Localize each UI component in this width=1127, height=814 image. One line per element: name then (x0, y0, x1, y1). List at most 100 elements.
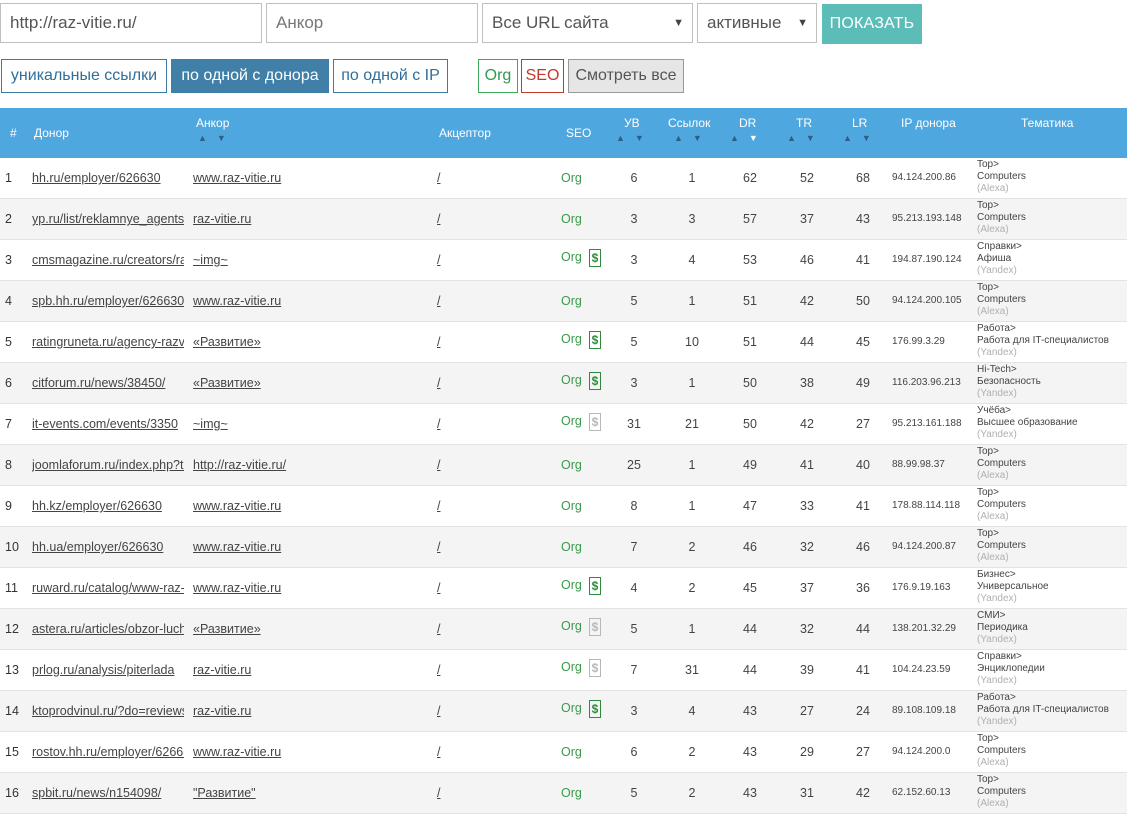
dollar-icon[interactable]: $ (589, 331, 601, 349)
acceptor-link[interactable]: / (437, 281, 457, 321)
show-button[interactable]: ПОКАЗАТЬ (822, 4, 922, 44)
theme-category: Computers (977, 786, 1026, 797)
donor-link[interactable]: ratingruneta.ru/agency-razvitie (32, 322, 184, 362)
donor-link[interactable]: citforum.ru/news/38450/ (32, 363, 184, 403)
unique-links-button[interactable]: уникальные ссылки (1, 59, 167, 93)
donor-link[interactable]: rostov.hh.ru/employer/626630 (32, 732, 184, 772)
donor-link[interactable]: ruward.ru/catalog/www-raz-vitie (32, 568, 184, 608)
anchor-link[interactable]: raz-vitie.ru (193, 199, 393, 239)
anchor-link[interactable]: raz-vitie.ru (193, 691, 393, 731)
anchor-link[interactable]: www.raz-vitie.ru (193, 527, 393, 567)
sort-arrows-icon[interactable]: ▲▼ (787, 133, 825, 143)
per-donor-button[interactable]: по одной с донора (171, 59, 329, 93)
donor-link[interactable]: ktoprodvinul.ru/?do=reviews (32, 691, 184, 731)
sort-arrows-icon[interactable]: ▲▼ (674, 133, 712, 143)
acceptor-link[interactable]: / (437, 404, 457, 444)
donor-link[interactable]: hh.ua/employer/626630 (32, 527, 184, 567)
sort-arrows-icon[interactable]: ▲▼ (616, 133, 654, 143)
seo-type-label: Org (561, 499, 582, 513)
anchor-link[interactable]: raz-vitie.ru (193, 650, 393, 690)
anchor-link[interactable]: www.raz-vitie.ru (193, 732, 393, 772)
sort-arrows-icon[interactable]: ▲▼ (730, 133, 768, 143)
uv-value: 3 (630, 212, 638, 226)
donor-link[interactable]: it-events.com/events/3350 (32, 404, 184, 444)
theme-source: (Yandex) (977, 716, 1017, 727)
dollar-icon[interactable]: $ (589, 577, 601, 595)
dollar-icon[interactable]: $ (589, 372, 601, 390)
donor-ip: 88.99.98.37 (892, 459, 945, 470)
site-url-input[interactable]: http://raz-vitie.ru/ (0, 3, 262, 43)
donor-link[interactable]: spb.hh.ru/employer/626630 (32, 281, 184, 321)
acceptor-link[interactable]: / (437, 773, 457, 813)
dollar-icon[interactable]: $ (589, 659, 601, 677)
acceptor-link[interactable]: / (437, 445, 457, 485)
theme-cell: Справки> Энциклопедии (Yandex) (977, 651, 1125, 687)
sort-arrows-icon[interactable]: ▲▼ (843, 133, 881, 143)
acceptor-link[interactable]: / (437, 732, 457, 772)
theme-category: Учёба> (977, 405, 1012, 416)
acceptor-link[interactable]: / (437, 158, 457, 198)
acceptor-link[interactable]: / (437, 650, 457, 690)
anchor-link[interactable]: ~img~ (193, 404, 393, 444)
url-scope-select[interactable]: Все URL сайта ▼ (482, 3, 693, 43)
acceptor-link[interactable]: / (437, 609, 457, 649)
table-row: 10 hh.ua/employer/626630 www.raz-vitie.ru /… (0, 527, 1127, 568)
donor-link[interactable]: cmsmagazine.ru/creators/raz-vitie (32, 240, 184, 280)
donor-link[interactable]: astera.ru/articles/obzor-luchshih (32, 609, 184, 649)
status-select[interactable]: активные ▼ (697, 3, 817, 43)
anchor-link[interactable]: www.raz-vitie.ru (193, 281, 393, 321)
uv-value: 6 (630, 171, 638, 185)
seo-type-label: Org (561, 540, 582, 554)
view-all-button[interactable]: Смотреть все (568, 59, 684, 93)
anchor-link[interactable]: www.raz-vitie.ru (193, 568, 393, 608)
donor-link[interactable]: prlog.ru/analysis/piterlada (32, 650, 184, 690)
acceptor-link[interactable]: / (437, 486, 457, 526)
anchor-link[interactable]: www.raz-vitie.ru (193, 158, 393, 198)
acceptor-link[interactable]: / (437, 527, 457, 567)
col-links[interactable]: Ссылок ▲▼ (668, 108, 718, 158)
acceptor-link[interactable]: / (437, 568, 457, 608)
col-uv[interactable]: УВ ▲▼ (616, 108, 652, 158)
donor-link[interactable]: joomlaforum.ru/index.php?topic (32, 445, 184, 485)
anchor-link[interactable]: ~img~ (193, 240, 393, 280)
anchor-link[interactable]: «Развитие» (193, 609, 393, 649)
anchor-link[interactable]: «Развитие» (193, 322, 393, 362)
col-dr[interactable]: DR ▲▼ (730, 108, 770, 158)
anchor-link[interactable]: «Развитие» (193, 363, 393, 403)
acceptor-link[interactable]: / (437, 240, 457, 280)
lr-value: 45 (856, 335, 870, 349)
donor-link[interactable]: hh.ru/employer/626630 (32, 158, 184, 198)
dollar-icon[interactable]: $ (589, 413, 601, 431)
acceptor-link[interactable]: / (437, 322, 457, 362)
donor-link[interactable]: yp.ru/list/reklamnye_agentstva (32, 199, 184, 239)
dr-value: 62 (743, 171, 757, 185)
seo-type-label: Org (561, 171, 582, 185)
dollar-icon[interactable]: $ (589, 618, 601, 636)
org-filter-button[interactable]: Org (478, 59, 518, 93)
anchor-link[interactable]: www.raz-vitie.ru (193, 486, 393, 526)
theme-cell: Справки> Афиша (Yandex) (977, 241, 1125, 277)
anchor-input[interactable]: Анкор (266, 3, 478, 43)
col-tr[interactable]: TR ▲▼ (787, 108, 827, 158)
dollar-icon[interactable]: $ (589, 249, 601, 267)
row-number: 10 (5, 540, 19, 554)
theme-category: Работа> (977, 323, 1016, 334)
seo-filter-button[interactable]: SEO (521, 59, 564, 93)
theme-category: Computers (977, 540, 1026, 551)
uv-value: 5 (630, 335, 638, 349)
col-lr[interactable]: LR ▲▼ (843, 108, 883, 158)
dollar-icon[interactable]: $ (589, 700, 601, 718)
anchor-link[interactable]: http://raz-vitie.ru/ (193, 445, 393, 485)
links-count: 2 (688, 786, 696, 800)
per-ip-button[interactable]: по одной с IP (333, 59, 448, 93)
sort-arrows-icon[interactable]: ▲▼ (198, 133, 236, 143)
donor-link[interactable]: hh.kz/employer/626630 (32, 486, 184, 526)
links-count: 2 (688, 540, 696, 554)
acceptor-link[interactable]: / (437, 691, 457, 731)
donor-link[interactable]: spbit.ru/news/n154098/ (32, 773, 184, 813)
anchor-link[interactable]: "Развитие" (193, 773, 393, 813)
uv-value: 5 (630, 622, 638, 636)
acceptor-link[interactable]: / (437, 199, 457, 239)
tr-value: 38 (800, 376, 814, 390)
acceptor-link[interactable]: / (437, 363, 457, 403)
